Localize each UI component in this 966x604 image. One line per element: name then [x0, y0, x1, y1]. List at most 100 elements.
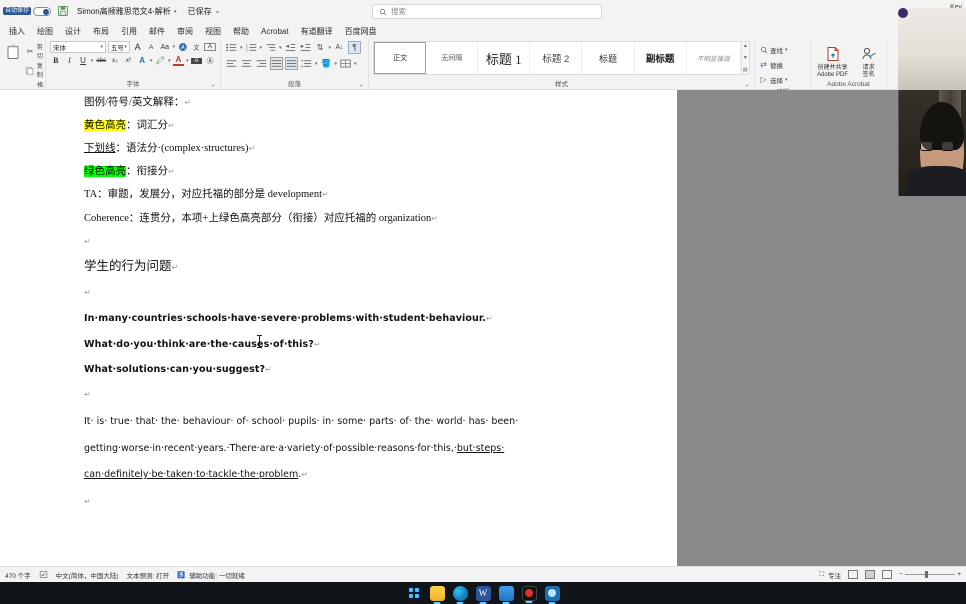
superscript-button[interactable]: x² [123, 57, 135, 64]
paragraph-underline-legend[interactable]: 下划线：语法分·(complex·structures)↵ [84, 143, 624, 155]
multilevel-list-button[interactable] [264, 41, 277, 54]
numbered-list-button[interactable]: 123 [245, 41, 258, 54]
change-case-button[interactable]: Aa [159, 44, 171, 51]
request-signature-button[interactable]: 请求 签名 [856, 43, 882, 79]
chevron-down-icon[interactable]: ▾ [91, 58, 94, 64]
underline-button[interactable]: U [77, 56, 89, 65]
web-layout-button[interactable] [882, 570, 892, 579]
line-spacing-button[interactable] [300, 57, 313, 70]
chevron-down-icon[interactable]: ▾ [100, 44, 103, 50]
document-content[interactable]: 图例/符号/英文解释：↵ 黄色高亮：词汇分↵ 下划线：语法分·(complex·… [84, 97, 624, 520]
paragraph-empty-2[interactable]: ↵ [84, 288, 624, 299]
paragraph-coherence[interactable]: Coherence：连贯分，本项+上绿色高亮部分（衔接）对应托福的 organi… [84, 213, 624, 225]
chevron-down-icon[interactable]: ▾ [186, 58, 189, 64]
spellcheck-icon[interactable] [39, 570, 48, 579]
chevron-down-icon[interactable]: ▾ [329, 45, 332, 51]
chevron-down-icon[interactable]: ▾ [260, 45, 263, 51]
text-effects-button[interactable]: A [136, 56, 148, 65]
bold-button[interactable]: B [50, 56, 62, 65]
autosave-switch[interactable] [33, 6, 52, 16]
italic-button[interactable]: I [64, 56, 76, 65]
increase-indent-button[interactable] [299, 41, 312, 54]
sort-button[interactable]: ⇅ [314, 41, 327, 54]
zoom-track[interactable] [904, 571, 956, 578]
chevron-down-icon[interactable]: ▾ [279, 45, 282, 51]
chevron-down-icon[interactable]: ▾ [315, 61, 318, 67]
font-color-button[interactable]: A [172, 55, 185, 66]
paragraph-yellow-highlight[interactable]: 黄色高亮：词汇分↵ [84, 120, 624, 132]
webcam-overlay[interactable] [898, 90, 966, 196]
tab-youdao-translate[interactable]: 有道翻译 [295, 25, 339, 38]
paragraph-dialog-launcher[interactable]: ⌐ [359, 83, 363, 89]
paragraph-empty-1[interactable]: ↵ [84, 237, 624, 248]
zoom-out-button[interactable]: − [899, 571, 903, 578]
app-5-icon[interactable] [498, 585, 514, 601]
justify-button[interactable] [270, 57, 283, 70]
tab-help[interactable]: 帮助 [227, 25, 255, 38]
zoom-slider[interactable]: − + [899, 571, 961, 578]
strikethrough-button[interactable]: abc [95, 58, 107, 64]
sort-az-button[interactable]: A↓ [333, 41, 346, 54]
style-normal[interactable]: 正文 [374, 42, 427, 74]
tab-view[interactable]: 视图 [199, 25, 227, 38]
word-count[interactable]: 470 个字 [5, 570, 31, 580]
paragraph-green-highlight[interactable]: 绿色高亮：衔接分↵ [84, 166, 624, 178]
chevron-down-icon[interactable]: ▾ [354, 61, 357, 67]
font-name-input[interactable]: 宋体 ▾ [50, 41, 106, 53]
styles-gallery[interactable]: 正文 无间隔 标题 1 标题 2 标题 副标题 不明显强调 ▲ ▼ ▤ [373, 41, 750, 75]
styles-scroll-up-icon[interactable]: ▲ [743, 43, 748, 49]
replace-button[interactable]: ⇄ 替换 [759, 58, 806, 71]
tab-review[interactable]: 审阅 [171, 25, 199, 38]
clear-formatting-button[interactable]: 🅐 [177, 42, 189, 53]
body-line-3[interactable]: can·definitely·be·taken·to·tackle·the·pr… [84, 470, 624, 481]
distribute-button[interactable] [285, 57, 298, 70]
document-page[interactable]: 图例/符号/英文解释：↵ 黄色高亮：词汇分↵ 下划线：语法分·(complex·… [0, 90, 677, 566]
highlight-color-button[interactable]: 🖍 [154, 56, 166, 65]
screen-recorder-icon[interactable] [521, 585, 537, 601]
bullet-list-button[interactable] [225, 41, 238, 54]
align-left-button[interactable] [225, 57, 238, 70]
tab-insert[interactable]: 插入 [3, 25, 31, 38]
show-formatting-marks-button[interactable]: ¶ [348, 41, 362, 54]
language-indicator[interactable]: 中文(简体，中国大陆) [56, 570, 119, 580]
zoom-in-button[interactable]: + [957, 571, 961, 578]
shading-button[interactable]: 🪣 [320, 57, 333, 70]
character-border-button[interactable]: A [204, 43, 216, 51]
tab-layout[interactable]: 布局 [87, 25, 115, 38]
camera-app-icon[interactable] [544, 585, 560, 601]
document-area[interactable]: 图例/符号/英文解释：↵ 黄色高亮：词汇分↵ 下划线：语法分·(complex·… [0, 90, 966, 566]
paragraph-ta[interactable]: TA：审题，发展分，对应托福的部分是 development↵ [84, 189, 624, 201]
find-button[interactable]: 查找 ▾ [759, 43, 806, 56]
paragraph-empty-4[interactable]: ↵ [84, 497, 624, 508]
save-icon[interactable] [57, 5, 69, 17]
character-border-circle-button[interactable]: Ⓐ [204, 56, 216, 66]
paragraph-prompt-3[interactable]: What·solutions·can·you·suggest?↵ [84, 365, 624, 376]
autosave-toggle[interactable]: 自动保存 [3, 6, 52, 16]
webcam-overlay-top[interactable] [898, 8, 966, 90]
cut-button[interactable]: ✂ 剪切 [25, 42, 46, 60]
styles-scrollbar[interactable]: ▲ ▼ ▤ [740, 42, 750, 74]
styles-dialog-launcher[interactable]: ⌐ [745, 83, 749, 89]
tab-baidu-netdisk[interactable]: 百度网盘 [339, 25, 383, 38]
chevron-down-icon[interactable]: ▾ [150, 58, 153, 64]
chevron-down-icon[interactable]: ▾ [785, 77, 788, 83]
align-center-button[interactable] [240, 57, 253, 70]
tab-references[interactable]: 引用 [115, 25, 143, 38]
style-heading-2[interactable]: 标题 2 [530, 42, 583, 74]
shrink-font-button[interactable]: A [145, 44, 157, 51]
borders-button[interactable] [339, 57, 352, 70]
paste-button[interactable] [4, 41, 22, 63]
style-no-spacing[interactable]: 无间隔 [426, 42, 479, 74]
character-shading-button[interactable]: A [190, 57, 203, 64]
microsoft-edge-icon[interactable] [452, 585, 468, 601]
tab-design[interactable]: 设计 [59, 25, 87, 38]
microsoft-word-icon[interactable]: W [475, 585, 491, 601]
body-line-2[interactable]: getting·worse·in·recent·years.·There·are… [84, 443, 624, 455]
text-prediction-indicator[interactable]: 文本预测: 打开 [127, 570, 170, 580]
start-button[interactable] [406, 585, 422, 601]
focus-mode-button[interactable]: ⛶ 专注 [819, 570, 841, 580]
copy-button[interactable]: 复制 [25, 61, 46, 79]
style-heading-1[interactable]: 标题 1 [478, 42, 531, 74]
tab-acrobat[interactable]: Acrobat [255, 26, 295, 37]
font-dialog-launcher[interactable]: ⌐ [211, 83, 215, 89]
